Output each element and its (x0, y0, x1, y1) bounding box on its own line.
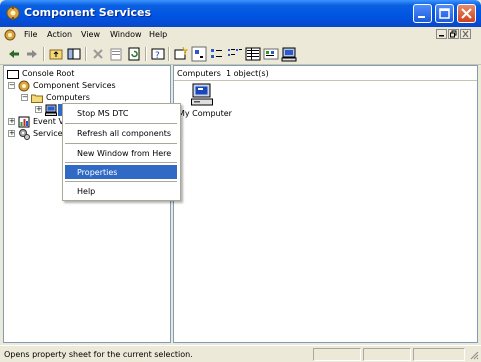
menu-help[interactable]: Help (149, 30, 167, 39)
restore-icon (450, 30, 457, 38)
computer-icon (191, 83, 213, 106)
mdi-restore-button[interactable] (448, 29, 459, 39)
menu-item-properties[interactable]: Properties (65, 165, 177, 179)
close-icon (461, 8, 472, 19)
result-pane[interactable]: Computers 1 object(s) My Computer (173, 65, 478, 343)
mdi-close-button[interactable] (460, 29, 471, 39)
toolbar: ? (0, 44, 481, 65)
detail-view-icon[interactable] (245, 46, 261, 62)
tree-item-label: Component Services (33, 81, 116, 90)
mdi-minimize-button[interactable] (436, 29, 447, 39)
expand-icon[interactable]: + (8, 118, 15, 125)
system-menu-icon[interactable] (4, 29, 16, 41)
resize-grip-icon[interactable] (469, 350, 479, 360)
menu-item-help[interactable]: Help (65, 184, 177, 198)
result-pane-title: Computers (177, 69, 221, 78)
status-bar: Opens property sheet for the current sel… (0, 345, 481, 362)
help-icon[interactable]: ? (150, 46, 166, 62)
menu-item-stop-ms-dtc[interactable]: Stop MS DTC (65, 106, 177, 120)
forward-arrow-icon[interactable] (24, 46, 40, 62)
small-icons-view-icon[interactable] (209, 46, 225, 62)
expand-icon[interactable]: + (35, 106, 42, 113)
menu-item-refresh-all-components[interactable]: Refresh all components (65, 126, 177, 140)
result-pane-header: Computers 1 object(s) (174, 66, 477, 81)
app-window: Component Services File Action View Wind… (0, 0, 481, 362)
delete-icon[interactable] (90, 46, 106, 62)
collapse-icon[interactable]: − (8, 82, 15, 89)
minimize-icon (418, 16, 425, 18)
window-title: Component Services (24, 6, 152, 19)
menu-file[interactable]: File (24, 30, 37, 39)
folder-icon (31, 94, 43, 103)
maximize-button[interactable] (435, 4, 454, 23)
tree-item-component-services[interactable]: − Component Services (7, 80, 147, 92)
menu-view[interactable]: View (81, 30, 100, 39)
refresh-icon[interactable] (126, 46, 142, 62)
back-arrow-icon[interactable] (6, 46, 22, 62)
up-folder-icon[interactable] (48, 46, 64, 62)
svg-text:?: ? (155, 51, 160, 61)
new-window-icon[interactable] (172, 46, 188, 62)
list-view-icon[interactable] (227, 46, 243, 62)
status-panel (413, 348, 465, 361)
tree-item-console-root[interactable]: Console Root (7, 68, 127, 80)
minimize-icon (439, 35, 444, 37)
menu-separator (65, 123, 177, 124)
component-services-icon (18, 80, 30, 92)
tree-item-label: Event V (33, 117, 64, 126)
computer-icon[interactable] (281, 46, 297, 62)
component-services-icon (6, 6, 20, 20)
large-icons-view-icon[interactable] (191, 46, 207, 62)
menu-separator (65, 181, 177, 182)
object-count: 1 object(s) (226, 69, 269, 78)
toolbar-separator (168, 47, 170, 61)
expand-icon[interactable]: + (8, 130, 15, 137)
close-icon (462, 30, 469, 38)
maximize-icon (439, 8, 450, 19)
services-gear-icon (19, 129, 30, 140)
tree-item-label: Computers (46, 93, 90, 102)
show-hide-tree-icon[interactable] (66, 46, 82, 62)
event-viewer-icon (18, 116, 30, 128)
toolbar-separator (85, 47, 87, 61)
status-view-icon[interactable] (263, 46, 279, 62)
tree-item-label: Console Root (22, 69, 75, 78)
minimize-button[interactable] (413, 4, 432, 23)
toolbar-separator (43, 47, 45, 61)
status-panel (313, 348, 361, 361)
menu-window[interactable]: Window (110, 30, 142, 39)
menu-separator (65, 162, 177, 163)
folder-icon (7, 70, 19, 79)
collapse-icon[interactable]: − (21, 94, 28, 101)
properties-page-icon[interactable] (108, 46, 124, 62)
close-button[interactable] (457, 4, 476, 23)
menu-action[interactable]: Action (47, 30, 72, 39)
my-computer-label: My Computer (178, 109, 232, 118)
context-menu: Stop MS DTC Refresh all components New W… (62, 103, 181, 201)
title-bar[interactable]: Component Services (0, 0, 481, 27)
menu-bar: File Action View Window Help (0, 27, 481, 44)
status-panel (363, 348, 411, 361)
my-computer-item[interactable]: My Computer (178, 83, 232, 127)
toolbar-separator (145, 47, 147, 61)
computer-icon (45, 104, 57, 116)
menu-item-new-window-from-here[interactable]: New Window from Here (65, 146, 177, 160)
menu-separator (65, 143, 177, 144)
status-text: Opens property sheet for the current sel… (4, 350, 193, 359)
